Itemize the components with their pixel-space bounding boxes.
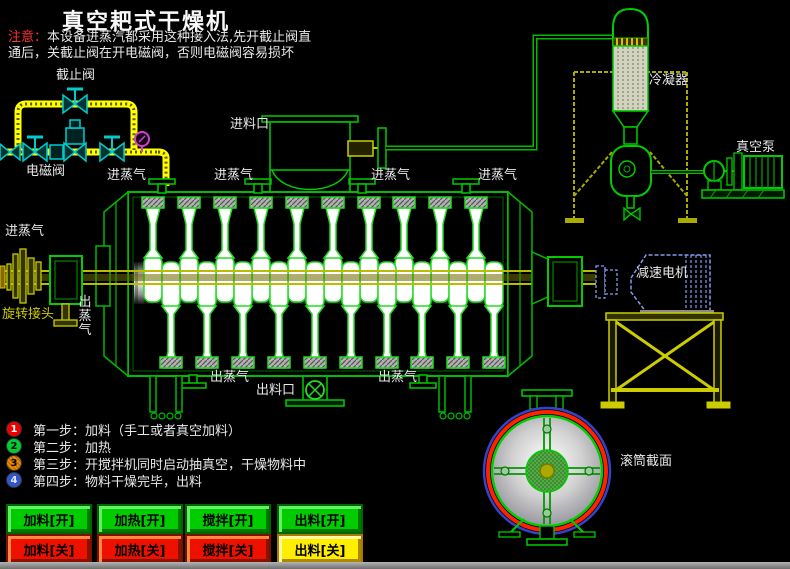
- label-steam-in-4: 进蒸气: [478, 168, 518, 183]
- vapor-outlet-valve: [347, 127, 387, 169]
- condenser: [565, 7, 697, 223]
- warning-line-1: 注意：本设备进蒸汽都采用这种接入法,先开截止阀直: [8, 30, 312, 45]
- label-condenser: 冷凝器: [649, 73, 689, 88]
- warning-prefix: 注意：: [8, 30, 48, 45]
- stir-on-button[interactable]: 搅拌[开]: [185, 504, 271, 534]
- stop-valve-left: [21, 135, 49, 163]
- feed-on-button[interactable]: 加料[开]: [6, 504, 92, 534]
- warning-text: 注意：本设备进蒸汽都采用这种接入法,先开截止阀直 通后，关截止阀在开电磁阀，否则…: [8, 30, 311, 62]
- label-solenoid-valve: 电磁阀: [26, 164, 66, 179]
- label-gear-motor: 减速电机: [636, 266, 689, 281]
- step-row-2: 2 第二步：加热: [6, 438, 111, 456]
- label-steam-out-shaft: 出蒸气: [78, 295, 92, 338]
- stop-valve-right: [98, 135, 126, 163]
- label-steam-in-1: 进蒸气: [107, 168, 147, 183]
- label-vacuum-pump: 真空泵: [736, 140, 776, 155]
- discharge-on-button[interactable]: 出料[开]: [277, 504, 363, 534]
- stop-valve-top: [61, 87, 89, 115]
- step-badge-4: 4: [6, 472, 22, 488]
- label-steam-in-3: 进蒸气: [371, 168, 411, 183]
- heat-off-button[interactable]: 加热[关]: [97, 534, 183, 564]
- hmi-screen: 真空耙式干燥机 注意：本设备进蒸汽都采用这种接入法,先开截止阀直 通后，关截止阀…: [0, 0, 790, 569]
- discharge-off-button[interactable]: 出料[关]: [277, 534, 363, 564]
- window-bottom-edge: [0, 562, 790, 569]
- step-row-3: 3 第三步：开搅拌机同时启动抽真空，干燥物料中: [6, 455, 306, 473]
- drum-cross-section: [482, 389, 612, 546]
- feed-off-button[interactable]: 加料[关]: [6, 534, 92, 564]
- step-row-1: 1 第一步：加料（手工或者真空加料）: [6, 421, 241, 439]
- label-steam-in-shaft: 进蒸气: [5, 224, 45, 239]
- label-feed-inlet: 进料口: [230, 117, 270, 132]
- gear-motor: [595, 254, 714, 315]
- label-drum-section: 滚筒截面: [620, 454, 673, 469]
- right-bearing-block: [531, 250, 583, 307]
- stir-off-button[interactable]: 搅拌[关]: [185, 534, 271, 564]
- warning-line-2: 通后，关截止阀在开电磁阀，否则电磁阀容易损坏: [8, 46, 295, 61]
- step-badge-2: 2: [6, 438, 22, 454]
- step-badge-3: 3: [6, 455, 22, 471]
- label-steam-out-left: 出蒸气: [210, 370, 250, 385]
- label-discharge-port: 出料口: [256, 383, 296, 398]
- solenoid-valve: [49, 119, 87, 163]
- step-text-4: 第四步：物料干燥完毕，出料: [33, 474, 203, 490]
- heat-on-button[interactable]: 加热[开]: [97, 504, 183, 534]
- step-row-4: 4 第四步：物料干燥完毕，出料: [6, 472, 203, 490]
- label-stop-valve: 截止阀: [56, 68, 96, 83]
- label-rotary-joint: 旋转接头: [2, 307, 55, 322]
- step-badge-1: 1: [6, 421, 22, 437]
- label-steam-in-2: 进蒸气: [214, 168, 254, 183]
- feed-hopper: [261, 115, 359, 192]
- label-steam-out-right: 出蒸气: [378, 370, 418, 385]
- motor-stand: [600, 312, 731, 409]
- vapor-pipe: [386, 34, 612, 151]
